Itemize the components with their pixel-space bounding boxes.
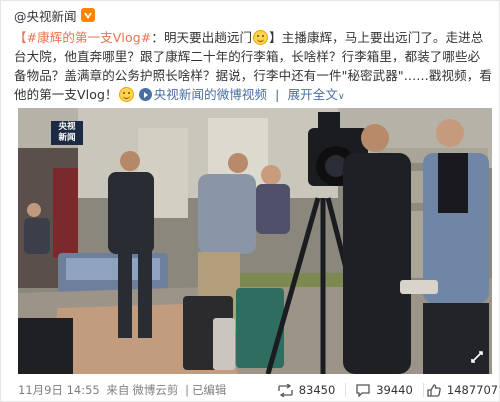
comment-count: 39440 — [376, 383, 413, 397]
video-frame-image — [18, 108, 492, 374]
comment-button[interactable]: 39440 — [346, 383, 423, 397]
post-source[interactable]: 微博云剪 — [132, 383, 178, 397]
video-link[interactable]: 央视新闻的微博视频 — [138, 87, 268, 102]
meta-separator: | — [185, 383, 189, 397]
source-prefix: 来自 — [106, 383, 130, 397]
post-text: 【#康辉的第一支Vlog#：明天要出趟远门 】主播康辉，马上要出远门了。走进总台大… — [14, 28, 492, 107]
logo-line1: 央视 — [58, 122, 76, 132]
video-player[interactable]: 央视 新闻 — [18, 108, 492, 374]
edited-label: 已编辑 — [191, 383, 227, 397]
grin-emoji-icon — [253, 30, 269, 45]
link-separator: | — [275, 87, 280, 102]
cctv-news-logo: 央视 新闻 — [51, 121, 83, 145]
post-text-part1: ：明天要出趟远门 — [151, 30, 253, 45]
expand-full-text-link[interactable]: 展开全文∨ — [288, 87, 345, 102]
thumbs-up-icon — [427, 383, 441, 397]
post-footer: 11月9日 14:55 来自 微博云剪 | 已编辑 83450 39440 1487… — [1, 380, 500, 400]
logo-line2: 新闻 — [58, 133, 76, 143]
expand-label: 展开全文 — [287, 87, 338, 102]
weibo-vip-icon — [80, 8, 95, 22]
repost-icon — [278, 383, 293, 397]
post-actions: 83450 39440 1487707 — [268, 380, 500, 400]
author-name[interactable]: @央视新闻 — [14, 6, 77, 25]
hashtag-link[interactable]: 【#康辉的第一支Vlog# — [14, 30, 151, 45]
video-link-label: 央视新闻的微博视频 — [153, 87, 268, 102]
weibo-post-card: @央视新闻 【#康辉的第一支Vlog#：明天要出趟远门 】主播康辉，马上要出远门了… — [0, 0, 500, 402]
post-date[interactable]: 11月9日 14:55 — [18, 383, 100, 397]
post-meta: 11月9日 14:55 来自 微博云剪 | 已编辑 — [18, 382, 226, 398]
repost-count: 83450 — [298, 383, 336, 397]
chevron-down-icon: ∨ — [337, 92, 345, 102]
like-button[interactable]: 1487707 — [424, 383, 500, 397]
repost-button[interactable]: 83450 — [268, 383, 345, 397]
play-circle-icon — [138, 88, 152, 101]
fullscreen-icon[interactable] — [470, 350, 484, 364]
comment-icon — [356, 383, 370, 397]
grin-emoji-icon — [118, 87, 134, 102]
author-row: @央视新闻 — [14, 6, 95, 24]
like-count: 1487707 — [446, 383, 499, 397]
